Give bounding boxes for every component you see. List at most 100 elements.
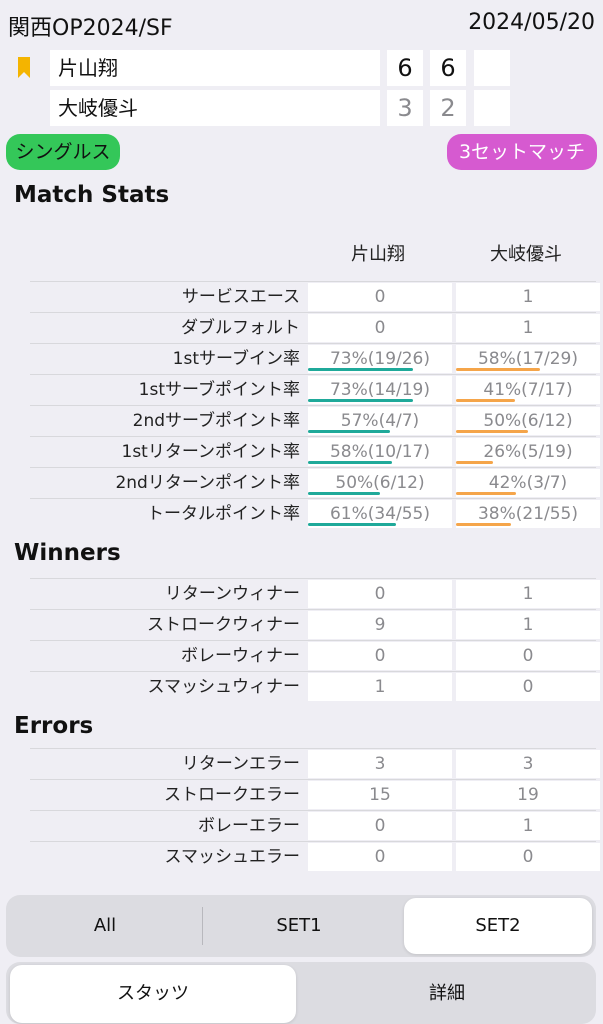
column-header-player2: 大岐優斗 [490,244,562,265]
player1-stat-value: 0 [308,642,452,670]
error-stat-row: リターンエラー 3 3 [30,748,600,779]
player2-stat-value: 1 [456,580,600,608]
stat-label: 1stサーブポイント率 [138,380,300,400]
stat-value-text: 0 [374,816,386,836]
player1-percentage-bar [308,461,392,464]
stat-value-text: 0 [374,847,386,867]
stat-value-text: 1 [522,615,534,635]
player2-stat-value: 50%(6/12) [456,407,600,435]
error-stat-row: スマッシュエラー 0 0 [30,841,600,872]
stat-value-text: 58%(10/17) [329,442,431,462]
segment-divider [202,907,203,945]
stat-value-text: 9 [374,615,386,635]
stat-value-text: 0 [522,677,534,697]
player1-stat-value: 1 [308,673,452,701]
set-filter-set1[interactable]: SET1 [204,898,394,954]
match-stat-row: 1stリターンポイント率 58%(10/17) 26%(5/19) [30,436,600,467]
player1-stat-value: 73%(14/19) [308,376,452,404]
player2-stat-value: 0 [456,673,600,701]
stat-value-text: 0 [522,646,534,666]
stat-value-text: 0 [522,847,534,867]
stat-label: ダブルフォルト [181,318,300,338]
errors-heading: Errors [14,713,94,739]
match-type-badge: 3セットマッチ [447,134,597,170]
player1-percentage-bar [308,523,396,526]
stat-value-text: 57%(4/7) [340,411,420,431]
player2-set3-score [474,90,510,126]
tab-details[interactable]: 詳細 [302,965,592,1023]
stat-value-text: 73%(14/19) [329,380,431,400]
match-stat-row: 2ndサーブポイント率 57%(4/7) 50%(6/12) [30,405,600,436]
set-filter-set2[interactable]: SET2 [404,898,592,954]
player1-stat-value: 50%(6/12) [308,469,452,497]
player2-name: 大岐優斗 [50,90,380,126]
stat-value-text: 41%(7/17) [483,380,573,400]
player2-percentage-bar [456,523,511,526]
player2-percentage-bar [456,492,517,495]
player1-stat-value: 61%(34/55) [308,500,452,528]
player2-stat-value: 26%(5/19) [456,438,600,466]
stat-label: トータルポイント率 [147,504,300,524]
set-filter-all[interactable]: All [10,898,200,954]
stat-label: リターンウィナー [164,584,300,604]
player1-percentage-bar [308,368,414,371]
player2-stat-value: 0 [456,843,600,871]
stat-value-text: 58%(17/29) [477,349,579,369]
stat-value-text: 0 [374,287,386,307]
player1-stat-value: 57%(4/7) [308,407,452,435]
match-date: 2024/05/20 [468,10,595,35]
player2-stat-value: 0 [456,642,600,670]
match-stat-row: サービスエース 0 1 [30,281,600,312]
stat-value-text: 50%(6/12) [483,411,573,431]
stat-label: 1stサーブイン率 [172,349,300,369]
player1-stat-value: 58%(10/17) [308,438,452,466]
view-tabs: スタッツ 詳細 [6,962,596,1024]
column-header-player1: 片山翔 [351,244,405,265]
player2-stat-value: 41%(7/17) [456,376,600,404]
stat-value-text: 26%(5/19) [483,442,573,462]
stat-value-text: 73%(19/26) [329,349,431,369]
player1-stat-value: 15 [308,781,452,809]
player2-set1-score: 3 [387,90,423,126]
player1-set1-score: 6 [387,50,423,86]
player2-stat-value: 1 [456,611,600,639]
winner-stat-row: スマッシュウィナー 1 0 [30,671,600,702]
player1-percentage-bar [308,430,391,433]
player1-set3-score [474,50,510,86]
player1-name: 片山翔 [50,50,380,86]
tab-stats[interactable]: スタッツ [10,965,296,1023]
stat-value-text: 0 [374,318,386,338]
stat-value-text: 0 [374,646,386,666]
player2-stat-value: 58%(17/29) [456,345,600,373]
winner-stat-row: リターンウィナー 0 1 [30,578,600,609]
player2-stat-value: 1 [456,812,600,840]
player2-percentage-bar [456,368,540,371]
stat-label: ストロークウィナー [147,615,300,635]
set-filter-segmented-control: All SET1 SET2 [6,895,596,957]
match-stats-heading: Match Stats [14,182,170,208]
error-stat-row: ボレーエラー 0 1 [30,810,600,841]
stat-value-text: 1 [522,287,534,307]
stat-value-text: 38%(21/55) [477,504,579,524]
winner-stat-row: ボレーウィナー 0 0 [30,640,600,671]
stat-label: ストロークエラー [164,785,300,805]
stat-label: 2ndリターンポイント率 [115,473,300,493]
bookmark-icon[interactable] [16,57,32,79]
match-stat-row: 1stサーブイン率 73%(19/26) 58%(17/29) [30,343,600,374]
stat-label: スマッシュウィナー [147,677,301,697]
tournament-title: 関西OP2024/SF [8,16,173,41]
stat-value-text: 15 [369,785,391,805]
player1-percentage-bar [308,492,380,495]
stat-value-text: 50%(6/12) [335,473,425,493]
match-stat-row: 2ndリターンポイント率 50%(6/12) 42%(3/7) [30,467,600,498]
player2-stat-value: 42%(3/7) [456,469,600,497]
match-stat-row: 1stサーブポイント率 73%(14/19) 41%(7/17) [30,374,600,405]
stat-label: サービスエース [181,287,300,307]
player2-stat-value: 1 [456,283,600,311]
player2-stat-value: 1 [456,314,600,342]
stat-label: スマッシュエラー [164,847,301,867]
stat-value-text: 1 [522,584,534,604]
player1-stat-value: 0 [308,283,452,311]
stat-value-text: 3 [374,754,386,774]
player1-stat-value: 0 [308,314,452,342]
